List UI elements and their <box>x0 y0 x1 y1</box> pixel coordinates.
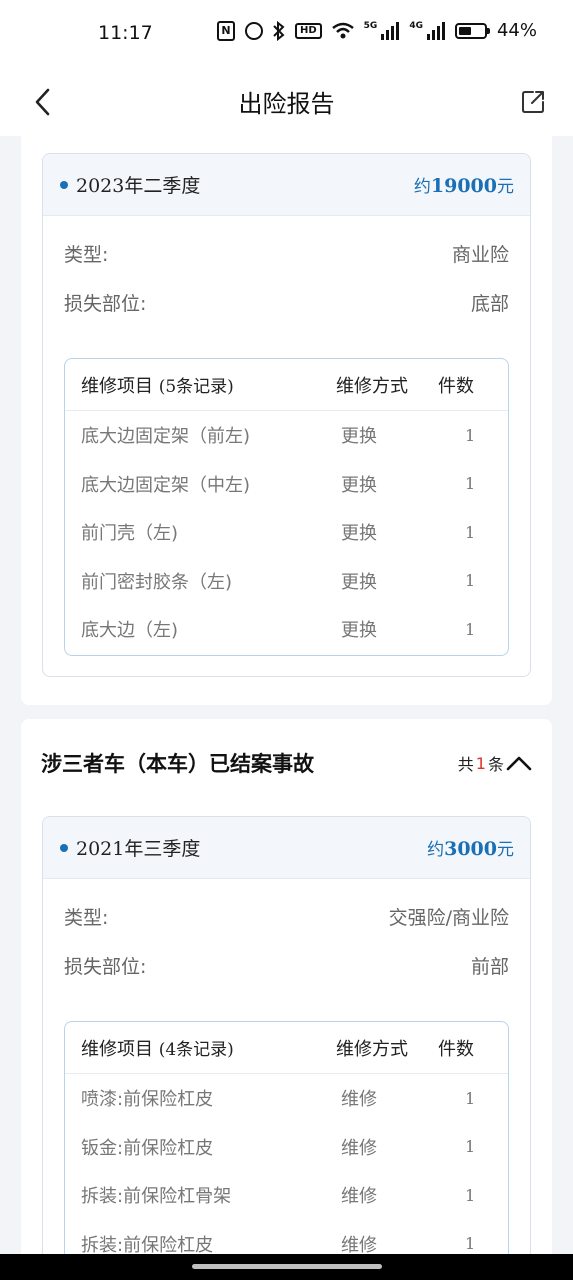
page-title: 出险报告 <box>238 90 335 118</box>
claims-section-third-party: 涉三者车（本车）已结案事故 共1条 2021年三季度 约3000元 类型: 交强… <box>21 719 552 1280</box>
alarm-icon <box>245 21 263 40</box>
section-title: 涉三者车（本车）已结案事故 <box>41 752 314 776</box>
status-icons: N HD 5G 4G 44% <box>217 20 537 41</box>
type-label: 类型: <box>64 906 109 929</box>
signal-5g-icon: 5G <box>364 21 400 40</box>
header-qty: 件数 <box>438 375 474 397</box>
table-header: 维修项目 (4条记录) 维修方式 件数 <box>65 1022 508 1074</box>
claim-amount: 约19000元 <box>413 175 514 197</box>
claim-amount: 约3000元 <box>427 838 514 860</box>
bluetooth-icon <box>273 20 285 41</box>
table-row: 拆装:前保险杠骨架 维修 1 <box>81 1185 476 1208</box>
header-qty: 件数 <box>438 1038 474 1060</box>
wifi-icon <box>331 22 354 40</box>
claims-section-commercial: 2023年二季度 约19000元 类型: 商业险 损失部位: 底部 维修项目 (… <box>21 136 552 705</box>
bullet-dot <box>60 843 68 852</box>
table-row: 底大边固定架（前左) 更换 1 <box>81 425 476 448</box>
table-header: 维修项目 (5条记录) 维修方式 件数 <box>65 359 508 411</box>
card-header: 2023年二季度 约19000元 <box>43 154 530 216</box>
repair-table: 维修项目 (4条记录) 维修方式 件数 喷漆:前保险杠皮 维修 1 钣金:前保险… <box>64 1021 509 1280</box>
bullet-dot <box>60 180 68 189</box>
table-row: 喷漆:前保险杠皮 维修 1 <box>81 1088 476 1111</box>
type-label: 类型: <box>64 243 109 266</box>
type-row: 类型: 商业险 <box>64 238 509 268</box>
share-button[interactable] <box>519 88 547 116</box>
type-value: 交强险/商业险 <box>388 906 509 929</box>
status-bar: 11:17 N HD 5G 4G 44% <box>0 0 573 68</box>
signal-4g-icon: 4G <box>409 21 445 40</box>
status-time: 11:17 <box>98 22 153 44</box>
type-value: 商业险 <box>451 243 509 266</box>
claim-period: 2021年三季度 <box>60 834 200 861</box>
battery-level: 44% <box>496 20 537 41</box>
loss-value: 底部 <box>470 292 509 315</box>
battery-icon <box>454 22 490 39</box>
table-row: 底大边（左) 更换 1 <box>81 619 476 642</box>
nfc-icon: N <box>217 20 235 41</box>
loss-label: 损失部位: <box>64 292 147 315</box>
claim-record-card: 2021年三季度 约3000元 类型: 交强险/商业险 损失部位: 前部 维修项… <box>42 816 531 1280</box>
claim-record-card: 2023年二季度 约19000元 类型: 商业险 损失部位: 底部 维修项目 (… <box>42 153 531 677</box>
chevron-up-icon <box>506 756 532 771</box>
loss-row: 损失部位: 前部 <box>64 950 509 980</box>
table-row: 前门壳（左) 更换 1 <box>81 522 476 545</box>
claim-period: 2023年二季度 <box>60 171 200 198</box>
share-icon <box>522 91 544 113</box>
table-row: 底大边固定架（中左) 更换 1 <box>81 474 476 496</box>
loss-value: 前部 <box>470 955 509 978</box>
type-row: 类型: 交强险/商业险 <box>64 901 509 931</box>
table-row: 钣金:前保险杠皮 维修 1 <box>81 1137 476 1159</box>
home-indicator[interactable] <box>0 1254 573 1280</box>
header-method: 维修方式 <box>336 375 408 397</box>
loss-row: 损失部位: 底部 <box>64 287 509 317</box>
card-header: 2021年三季度 约3000元 <box>43 817 530 879</box>
table-row: 前门密封胶条（左) 更换 1 <box>81 571 476 593</box>
hd-icon: HD <box>295 22 322 39</box>
header-item: 维修项目 (5条记录) <box>81 375 234 397</box>
section-header: 涉三者车（本车）已结案事故 共1条 <box>41 745 532 781</box>
collapse-toggle[interactable]: 共1条 <box>458 751 532 775</box>
repair-table: 维修项目 (5条记录) 维修方式 件数 底大边固定架（前左) 更换 1 底大边固… <box>64 358 509 656</box>
header-method: 维修方式 <box>336 1038 408 1060</box>
loss-label: 损失部位: <box>64 955 147 978</box>
header-item: 维修项目 (4条记录) <box>81 1038 234 1060</box>
nav-bar: 出险报告 <box>0 68 573 136</box>
